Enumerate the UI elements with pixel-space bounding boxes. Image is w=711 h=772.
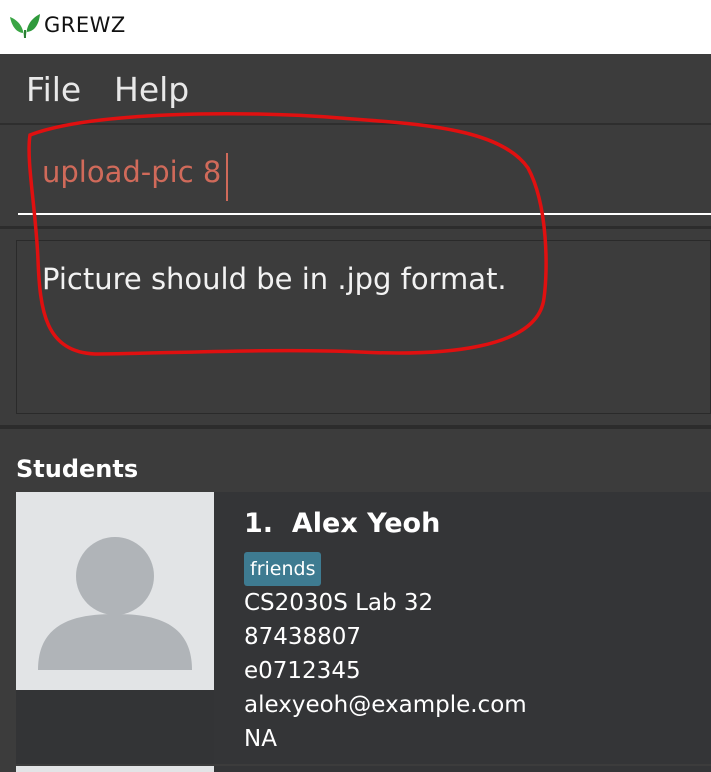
student-id: e0712345 <box>244 658 361 684</box>
students-heading: Students <box>16 455 139 483</box>
student-note: NA <box>244 726 277 752</box>
result-message: Picture should be in .jpg format. <box>42 262 507 296</box>
user-placeholder-icon <box>38 537 192 670</box>
student-email: alexyeoh@example.com <box>244 692 527 718</box>
tag-badge: friends <box>244 552 322 586</box>
student-name: 1. Alex Yeoh <box>244 508 440 539</box>
title-bar: GREWZ <box>0 0 711 54</box>
student-class: CS2030S Lab 32 <box>244 590 434 616</box>
student-name-text: Alex Yeoh <box>291 508 441 539</box>
student-phone: 87438807 <box>244 624 362 650</box>
menu-file[interactable]: File <box>26 70 81 109</box>
text-cursor <box>226 153 228 201</box>
student-avatar <box>16 492 214 690</box>
next-student-card[interactable] <box>16 766 214 772</box>
divider <box>0 123 711 125</box>
menu-help[interactable]: Help <box>114 70 189 109</box>
command-underline <box>18 213 711 215</box>
next-student-card-details[interactable] <box>214 766 711 772</box>
divider <box>0 425 711 429</box>
divider <box>0 226 711 229</box>
app-title: GREWZ <box>44 13 126 37</box>
leaf-icon <box>10 14 40 38</box>
menu-bar <box>0 54 711 124</box>
student-index: 1. <box>244 508 274 539</box>
command-input[interactable]: upload-pic 8 <box>42 155 221 189</box>
